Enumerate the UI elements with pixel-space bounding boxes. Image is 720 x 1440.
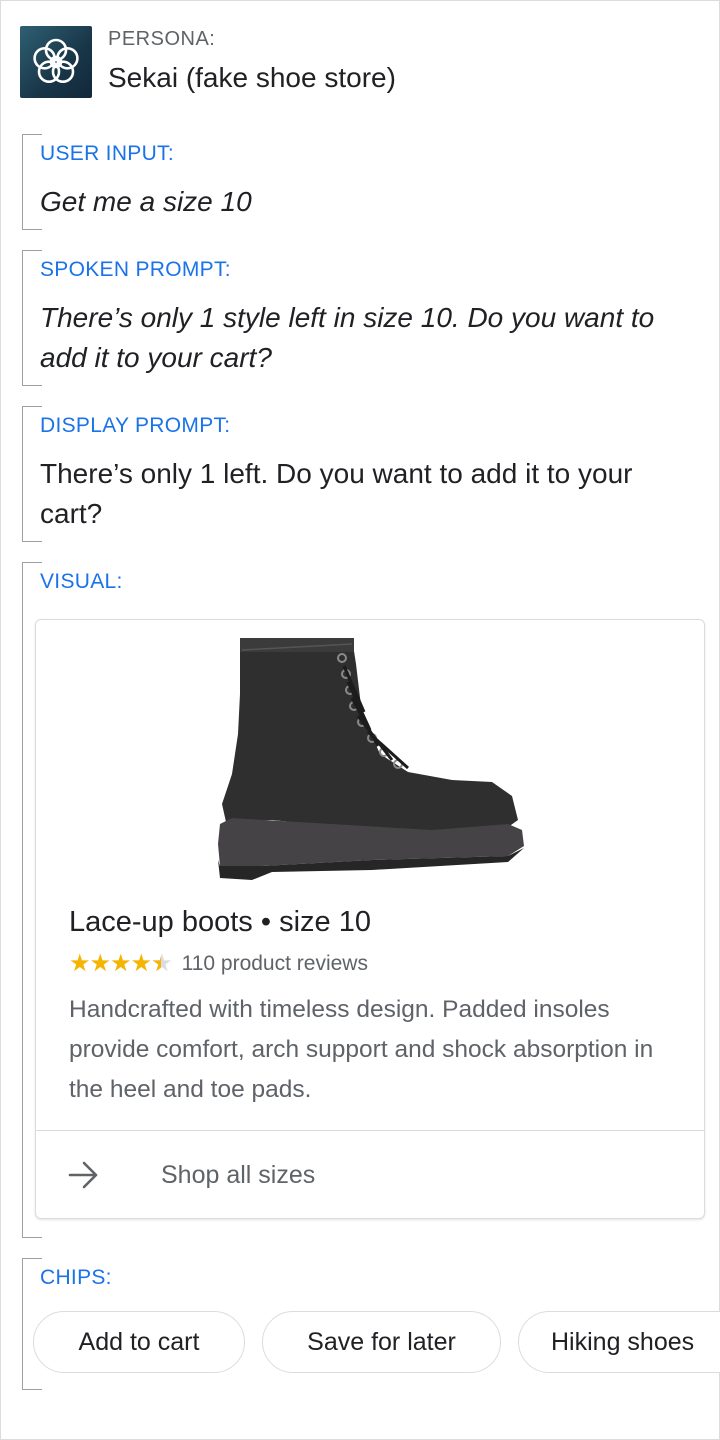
display-prompt-bracket: [22, 406, 42, 542]
review-count: 110 product reviews: [181, 952, 368, 975]
spoken-prompt-bracket: [22, 250, 42, 386]
product-title: Lace-up boots • size 10: [69, 906, 371, 938]
chip-save-for-later[interactable]: Save for later: [262, 1311, 501, 1373]
visual-label: VISUAL:: [40, 570, 123, 593]
product-description: Handcrafted with timeless design. Padded…: [69, 996, 654, 1103]
user-input-label: USER INPUT:: [40, 142, 174, 165]
shop-all-sizes-link[interactable]: Shop all sizes: [36, 1131, 704, 1219]
product-card[interactable]: Lace-up boots • size 10 ★★★★★ 110 produc…: [35, 619, 705, 1219]
user-input-bracket: [22, 134, 42, 230]
rating-row: ★★★★★ 110 product reviews: [69, 950, 368, 978]
persona-logo-icon: [20, 26, 92, 98]
display-prompt-label: DISPLAY PROMPT:: [40, 414, 231, 437]
boot-image: [212, 634, 532, 884]
persona-label: PERSONA:: [108, 28, 216, 50]
spoken-prompt-text: There’s only 1 style left in size 10. Do…: [40, 302, 655, 373]
persona-name: Sekai (fake shoe store): [108, 62, 396, 93]
display-prompt-text: There’s only 1 left. Do you want to add …: [40, 458, 633, 529]
chip-add-to-cart[interactable]: Add to cart: [33, 1311, 245, 1373]
arrow-right-icon: [68, 1161, 98, 1189]
chip-hiking-shoes[interactable]: Hiking shoes: [518, 1311, 720, 1373]
rating-stars-icon: ★★★★★: [69, 950, 173, 978]
spoken-prompt-label: SPOKEN PROMPT:: [40, 258, 231, 281]
chips-label: CHIPS:: [40, 1266, 112, 1289]
user-input-text: Get me a size 10: [40, 186, 252, 217]
shop-all-sizes-label: Shop all sizes: [161, 1161, 316, 1189]
